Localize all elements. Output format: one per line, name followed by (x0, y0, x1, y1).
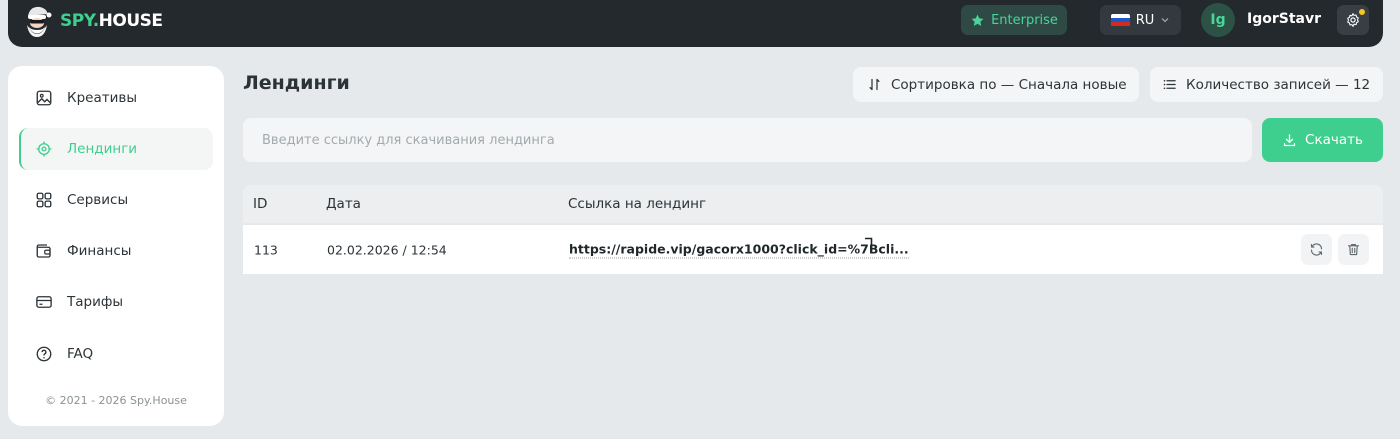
copyright: © 2021 - 2026 Spy.House (45, 394, 187, 407)
download-button[interactable]: Скачать (1262, 118, 1383, 162)
column-id: ID (253, 196, 268, 212)
chevron-down-icon (1161, 18, 1169, 23)
wallet-icon (36, 244, 51, 258)
sidebar-item-tariffs[interactable]: Тарифы (19, 281, 213, 323)
landing-url-input[interactable] (243, 118, 1252, 162)
row-id: 113 (254, 242, 278, 257)
plan-label: Enterprise (991, 12, 1058, 28)
target-icon (36, 141, 52, 157)
enterprise-plan-button[interactable]: Enterprise (961, 5, 1067, 35)
column-link: Ссылка на лендинг (568, 196, 707, 212)
settings-button[interactable] (1337, 5, 1369, 35)
grid-icon (36, 192, 52, 208)
language-selector[interactable]: RU (1100, 5, 1181, 35)
refresh-icon (1310, 243, 1323, 256)
sidebar-item-label: FAQ (67, 346, 94, 362)
trash-icon (1347, 243, 1360, 256)
help-icon (36, 346, 52, 362)
sidebar-item-landings[interactable]: Лендинги (19, 128, 213, 170)
sidebar-item-services[interactable]: Сервисы (19, 179, 213, 221)
sidebar-item-label: Сервисы (67, 192, 129, 208)
row-link[interactable]: https://rapide.vip/gacorx1000?click_id=%… (569, 241, 909, 258)
sidebar-item-label: Тарифы (67, 294, 124, 310)
sidebar-item-label: Креативы (67, 90, 137, 106)
delete-button[interactable] (1338, 234, 1369, 265)
row-date: 02.02.2026 / 12:54 (327, 242, 447, 257)
top-header: SPY.HOUSE Enterprise RU Ig IgorStavr (8, 0, 1383, 47)
sidebar-item-finance[interactable]: Финансы (19, 230, 213, 272)
logo-wordmark: SPY.HOUSE (60, 11, 163, 31)
table-header: ID Дата Ссылка на лендинг (243, 185, 1383, 223)
records-count-button[interactable]: Количество записей — 12 (1150, 67, 1383, 102)
list-icon (1163, 79, 1176, 90)
language-label: RU (1135, 12, 1155, 28)
sidebar: Креативы Лендинги Сервисы Финансы Тарифы… (8, 66, 224, 426)
card-icon (36, 296, 52, 308)
sort-label: Сортировка по — Сначала новые (891, 76, 1127, 93)
sidebar-item-label: Лендинги (67, 141, 138, 157)
avatar[interactable]: Ig (1201, 3, 1235, 37)
sidebar-item-faq[interactable]: FAQ (19, 333, 213, 375)
image-icon (36, 90, 52, 106)
refresh-button[interactable] (1301, 234, 1332, 265)
star-icon (971, 14, 984, 26)
column-date: Дата (326, 196, 361, 212)
download-icon (1283, 133, 1296, 146)
notification-dot (1359, 9, 1365, 15)
sort-icon (869, 78, 880, 91)
sidebar-item-label: Финансы (67, 243, 132, 259)
russia-flag-icon (1110, 13, 1130, 27)
page-title: Лендинги (243, 72, 350, 94)
sidebar-item-creatives[interactable]: Креативы (19, 77, 213, 119)
download-label: Скачать (1305, 132, 1363, 148)
santa-logo-icon (27, 6, 52, 37)
gear-icon (1347, 13, 1359, 27)
logo[interactable]: SPY.HOUSE (22, 4, 163, 38)
table-row: 113 02.02.2026 / 12:54 https://rapide.vi… (243, 225, 1383, 274)
records-count-label: Количество записей — 12 (1186, 76, 1371, 93)
sort-button[interactable]: Сортировка по — Сначала новые (853, 67, 1139, 102)
external-link-icon[interactable] (863, 237, 873, 247)
username[interactable]: IgorStavr (1247, 11, 1321, 27)
